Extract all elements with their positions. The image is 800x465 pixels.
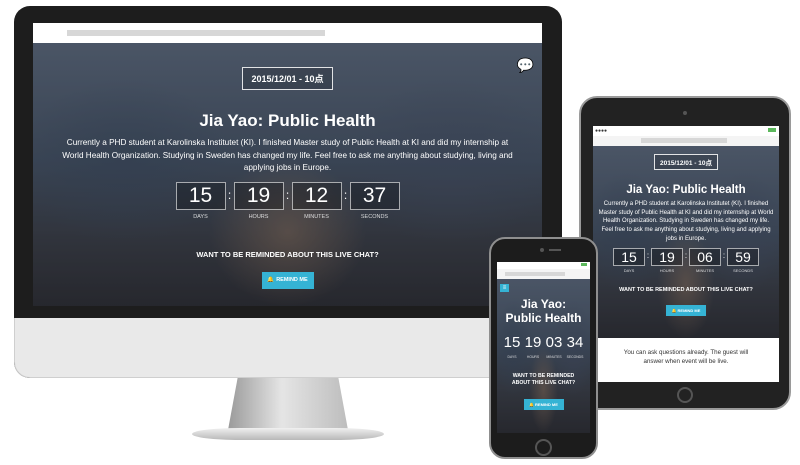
countdown-minutes-label: MINUTES (304, 214, 329, 221)
countdown-minutes: 06 MINUTES (689, 248, 721, 273)
remind-question: Want to be reminded about this live chat… (511, 372, 576, 386)
monitor-stand-foot (192, 428, 384, 440)
bell-icon: 🔔 (267, 277, 275, 284)
phone-screen: ≡ Jia Yao: Public Health 15 DAYS 19 HOUR… (497, 262, 590, 433)
event-title-line-2: Public Health (505, 311, 582, 326)
tablet-hero: 2015/12/01 - 10点 Jia Yao: Public Health … (593, 146, 779, 338)
bell-icon: 🔔 (671, 308, 677, 314)
event-date-badge: 2015/12/01 - 10点 (653, 154, 719, 170)
countdown-separator: : (227, 188, 232, 203)
remind-me-button[interactable]: 🔔 REMIND ME (523, 399, 564, 411)
countdown-days: 15 DAYS (502, 334, 523, 359)
countdown-separator: : (285, 188, 290, 203)
countdown-days-label: DAYS (193, 214, 208, 221)
countdown-minutes-value: 06 (689, 248, 721, 267)
countdown-hours-value: 19 (233, 182, 284, 211)
remind-me-label: REMIND ME (535, 402, 558, 408)
remind-me-label: REMIND ME (276, 277, 308, 284)
countdown-seconds-label: SECONDS (360, 214, 389, 221)
countdown-minutes: 12 MINUTES (291, 182, 342, 221)
monitor-chin (14, 318, 562, 378)
countdown-seconds: 37 SECONDS (349, 182, 400, 221)
event-title-line-1: Jia Yao: (520, 297, 567, 311)
bell-icon: 🔔 (529, 402, 535, 408)
countdown-days-label: DAYS (623, 268, 635, 274)
event-description: Currently a PHD student at Karolinska In… (62, 138, 513, 173)
countdown-days-value: 15 (613, 248, 645, 267)
questions-note: You can ask questions already. The guest… (593, 338, 779, 382)
countdown-seconds-value: 59 (727, 248, 759, 267)
tablet-status-bar: ●●●● (593, 126, 779, 136)
remind-me-button[interactable]: 🔔 REMIND ME (261, 271, 314, 289)
countdown-hours-label: HOURS (248, 214, 269, 221)
phone-hero: ≡ Jia Yao: Public Health 15 DAYS 19 HOUR… (497, 279, 590, 433)
countdown-minutes: 03 MINUTES (544, 334, 565, 359)
countdown: 15 DAYS 19 HOURS 03 MINUTES 34 SECONDS (497, 334, 590, 359)
countdown-hours: 19 HOURS (651, 248, 683, 273)
countdown-days: 15 DAYS (175, 182, 226, 221)
countdown-minutes-value: 12 (291, 182, 342, 211)
signal-icon: ●●●● (595, 128, 608, 134)
battery-icon (768, 128, 776, 132)
countdown-hours-label: HOURS (659, 268, 675, 274)
tablet-camera (683, 111, 687, 115)
remind-question: Want to be reminded about this live chat… (196, 250, 379, 260)
tablet-address-bar[interactable] (593, 136, 779, 146)
phone-home-button[interactable] (535, 439, 552, 456)
remind-me-button[interactable]: 🔔 REMIND ME (666, 305, 706, 317)
event-date-badge: 2015/12/01 - 10点 (242, 67, 333, 90)
countdown-hours-value: 19 (524, 333, 542, 351)
monitor-stand-neck (228, 378, 348, 430)
countdown-hours: 19 HOURS (523, 334, 544, 359)
countdown-days-label: DAYS (507, 354, 517, 359)
desktop-screen: 💬 2015/12/01 - 10点 Jia Yao: Public Healt… (33, 23, 542, 306)
phone-speaker (549, 249, 561, 251)
countdown-days: 15 DAYS (613, 248, 645, 273)
battery-icon (581, 263, 587, 266)
event-title: Jia Yao: Public Health (497, 279, 590, 326)
countdown-seconds-label: SECONDS (733, 268, 753, 274)
countdown-seconds-value: 34 (566, 333, 584, 351)
countdown-hours: 19 HOURS (233, 182, 284, 221)
countdown: 15 DAYS : 19 HOURS : 06 MINUTES : 59 SEC… (593, 248, 779, 273)
countdown-hours-value: 19 (651, 248, 683, 267)
countdown-seconds-value: 37 (349, 182, 400, 211)
countdown-days-value: 15 (175, 182, 226, 211)
countdown-days-value: 15 (503, 333, 521, 351)
countdown-seconds-label: SECONDS (566, 354, 584, 359)
countdown-seconds: 34 SECONDS (565, 334, 586, 359)
countdown-minutes-label: MINUTES (546, 354, 562, 359)
countdown-minutes-value: 03 (545, 333, 563, 351)
tablet-screen: ●●●● 2015/12/01 - 10点 Jia Yao: Public He… (593, 126, 779, 382)
countdown-hours-label: HOURS (526, 354, 540, 359)
countdown-seconds: 59 SECONDS (727, 248, 759, 273)
tablet-home-button[interactable] (677, 387, 693, 403)
event-description: Currently a PHD student at Karolinska In… (598, 201, 774, 242)
remind-question: Want to be reminded about this live chat… (619, 287, 753, 294)
countdown-minutes-label: MINUTES (696, 268, 714, 274)
event-title: Jia Yao: Public Health (626, 184, 746, 196)
event-title: Jia Yao: Public Health (199, 111, 376, 130)
desktop-hero: 💬 2015/12/01 - 10点 Jia Yao: Public Healt… (33, 43, 542, 306)
countdown: 15 DAYS : 19 HOURS : 12 MINUTES : 37 SEC… (33, 182, 542, 220)
remind-me-label: REMIND ME (677, 308, 701, 314)
browser-address-bar[interactable] (33, 23, 542, 43)
countdown-separator: : (343, 188, 348, 203)
